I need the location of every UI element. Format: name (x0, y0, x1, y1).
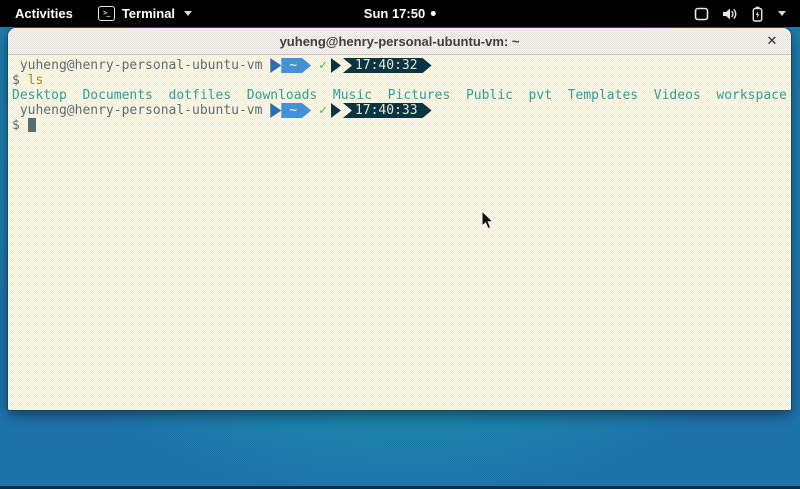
activities-button[interactable]: Activities (0, 0, 88, 27)
close-button[interactable]: ✕ (763, 32, 781, 50)
command-text: ls (28, 73, 44, 88)
clock-button[interactable]: Sun 17:50 (356, 0, 444, 27)
powerline-arrow-icon (270, 103, 281, 118)
directory-name: Desktop (12, 88, 67, 103)
topbar-left: Activities >_ Terminal (0, 0, 202, 27)
screen: Activities >_ Terminal Sun 17:50 (0, 0, 800, 489)
battery-charging-icon (752, 6, 763, 22)
ls-output-line: Desktop Documents dotfiles Downloads Music Pi… (12, 88, 787, 103)
chevron-down-icon (184, 11, 192, 16)
activities-label: Activities (15, 6, 73, 21)
text-cursor (28, 118, 36, 132)
display-icon (694, 7, 709, 21)
directory-name: workspace (716, 88, 786, 103)
terminal-glyph: >_ (103, 9, 109, 17)
command-line: $ ls (12, 73, 787, 88)
gnome-top-bar: Activities >_ Terminal Sun 17:50 (0, 0, 800, 27)
chevron-down-icon (778, 11, 786, 16)
input-line[interactable]: $ (12, 118, 787, 133)
prompt-symbol: $ (12, 73, 28, 88)
directory-name: Templates (568, 88, 638, 103)
prompt-symbol: $ (12, 118, 28, 133)
directory-name: Documents (82, 88, 152, 103)
volume-icon (722, 7, 739, 21)
cwd-segment: ~ (281, 103, 311, 118)
user-host-text: yuheng@henry-personal-ubuntu-vm (12, 58, 270, 73)
powerline-arrow-icon (270, 58, 281, 73)
directory-name: dotfiles (169, 88, 232, 103)
cwd-segment: ~ (281, 58, 311, 73)
terminal-window: yuheng@henry-personal-ubuntu-vm: ~ ✕ yuh… (8, 28, 791, 410)
status-check-icon: ✓ (319, 103, 327, 118)
system-status-area[interactable] (680, 0, 800, 27)
window-title: yuheng@henry-personal-ubuntu-vm: ~ (280, 34, 520, 49)
close-icon: ✕ (767, 33, 778, 49)
directory-name: pvt (529, 88, 552, 103)
clock-label: Sun 17:50 (364, 6, 425, 21)
directory-name: Music (333, 88, 372, 103)
time-segment: 17:40:33 (343, 103, 432, 118)
window-titlebar[interactable]: yuheng@henry-personal-ubuntu-vm: ~ ✕ (8, 28, 791, 55)
terminal-app-icon: >_ (98, 6, 115, 21)
user-host-text: yuheng@henry-personal-ubuntu-vm (12, 103, 270, 118)
directory-name: Downloads (247, 88, 317, 103)
terminal-content[interactable]: yuheng@henry-personal-ubuntu-vm ~ ✓ 17:4… (8, 55, 791, 410)
powerline-arrow-icon (331, 58, 341, 73)
app-menu-button[interactable]: >_ Terminal (88, 0, 202, 27)
prompt-line: yuheng@henry-personal-ubuntu-vm ~ ✓ 17:4… (12, 58, 787, 73)
directory-name: Pictures (388, 88, 451, 103)
powerline-arrow-icon (331, 103, 341, 118)
prompt-line: yuheng@henry-personal-ubuntu-vm ~ ✓ 17:4… (12, 103, 787, 118)
time-segment: 17:40:32 (343, 58, 432, 73)
directory-name: Public (466, 88, 513, 103)
directory-name: Videos (654, 88, 701, 103)
status-check-icon: ✓ (319, 58, 327, 73)
app-menu-label: Terminal (122, 6, 175, 21)
notification-dot-icon (431, 11, 436, 16)
